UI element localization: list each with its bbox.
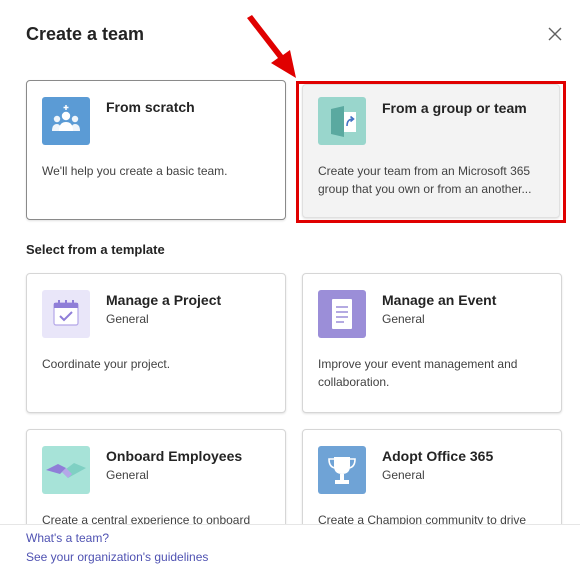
calendar-check-icon (42, 290, 90, 338)
option-description: Create your team from an Microsoft 365 g… (318, 164, 532, 196)
close-icon (548, 27, 562, 41)
option-title: From a group or team (382, 100, 527, 116)
dialog-footer: What's a team? See your organization's g… (0, 524, 580, 580)
template-card-manage-project[interactable]: Manage a Project General Coordinate your… (26, 273, 286, 413)
template-subtitle: General (106, 468, 149, 482)
page-title: Create a team (26, 24, 145, 44)
template-title: Manage an Event (382, 292, 497, 308)
template-subtitle: General (382, 312, 425, 326)
whats-a-team-link[interactable]: What's a team? (26, 531, 109, 545)
trophy-icon (318, 446, 366, 494)
option-title: From scratch (106, 99, 195, 115)
from-scratch-card[interactable]: From scratch We'll help you create a bas… (26, 80, 286, 220)
template-subtitle: General (106, 312, 149, 326)
option-description: We'll help you create a basic team. (42, 164, 228, 178)
from-group-card[interactable]: From a group or team Create your team fr… (302, 84, 560, 218)
guidelines-link[interactable]: See your organization's guidelines (26, 550, 208, 564)
clipboard-list-icon (318, 290, 366, 338)
close-button[interactable] (546, 25, 564, 43)
template-title: Manage a Project (106, 292, 222, 308)
people-group-icon (42, 97, 90, 145)
section-heading: Select from a template (26, 242, 165, 257)
handshake-icon (42, 446, 90, 494)
template-title: Adopt Office 365 (382, 448, 494, 464)
template-title: Onboard Employees (106, 448, 243, 464)
template-subtitle: General (382, 468, 425, 482)
pointer-arrow-icon (247, 15, 296, 78)
template-description: Improve your event management and collab… (318, 357, 518, 389)
template-card-manage-event[interactable]: Manage an Event General Improve your eve… (302, 273, 562, 413)
group-arrow-icon (318, 97, 366, 145)
template-description: Coordinate your project. (42, 357, 171, 371)
